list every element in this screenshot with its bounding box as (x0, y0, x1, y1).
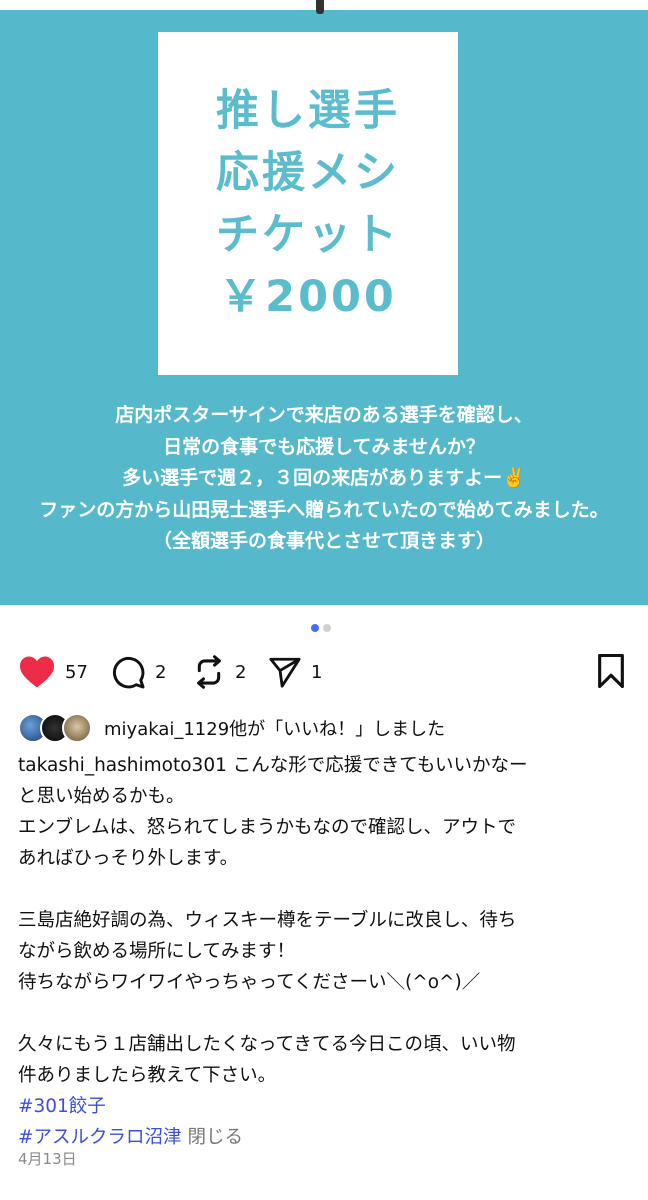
bookmark-button[interactable] (596, 653, 626, 692)
caption-line: 件ありましたら教えて下さい。 (18, 1065, 277, 1086)
caption-line: ながら飲める場所にしてみます！ (18, 941, 295, 962)
share-button[interactable]: 1 (268, 652, 322, 692)
poster-line: 推し選手 (216, 85, 400, 136)
like-count: 57 (65, 661, 88, 683)
comment-count: 2 (155, 661, 167, 683)
comment-icon (110, 654, 146, 690)
liked-by-text: miyakai_1129他が「いいね！」しました (104, 719, 446, 740)
caption-line: 待ちながらワイワイやっちゃってくださーい＼(^o^)／ (18, 972, 481, 993)
caption-line: 久々にもう１店舗出したくなってきてる今日この頃、いい物 (18, 1034, 516, 1055)
like-button[interactable]: 57 (18, 652, 88, 692)
carousel-indicator (311, 624, 331, 632)
image-caption-line: 日常の食事でも応援してみませんか？ (163, 435, 485, 458)
heart-icon (18, 655, 56, 689)
image-caption-line: 多い選手で週２，３回の来店がありますよー✌️ (122, 467, 526, 489)
image-caption: 店内ポスターサインで来店のある選手を確認し、 日常の食事でも応援してみませんか？… (0, 400, 648, 558)
repost-icon (192, 654, 226, 690)
close-caption-link[interactable]: 閉じる (188, 1127, 244, 1148)
caption-line (18, 874, 634, 905)
action-bar: 57 2 2 1 (18, 652, 630, 692)
liked-by-row[interactable]: miyakai_1129他が「いいね！」しました (18, 712, 445, 744)
caption-line: こんな形で応援できてもいいかなー (226, 755, 528, 776)
caption-line (18, 998, 634, 1029)
send-icon (268, 655, 302, 689)
post-caption: takashi_hashimoto301 こんな形で応援できてもいいかなー と思… (18, 750, 634, 1153)
comment-button[interactable]: 2 (110, 652, 166, 692)
hashtag-link[interactable]: #301餃子 (18, 1096, 106, 1117)
image-caption-line: ファンの方から山田晃士選手へ贈られていたので始めてみました。 (39, 498, 609, 521)
image-caption-line: （全額選手の食事代とさせて頂きます） (152, 530, 495, 552)
hashtag-link[interactable]: #アスルクラロ沼津 (18, 1127, 182, 1148)
poster-line: ￥2000 (219, 271, 397, 322)
carousel-dot-active (311, 624, 319, 632)
caption-line: と思い始めるかも。 (18, 786, 185, 807)
repost-button[interactable]: 2 (192, 652, 246, 692)
avatar (62, 713, 92, 743)
bookmark-icon (596, 653, 626, 692)
caption-line: あればひっそり外します。 (18, 848, 239, 869)
repost-count: 2 (235, 661, 247, 683)
carousel-dot (323, 624, 331, 632)
poster-line: チケット (216, 209, 400, 260)
status-indicator (316, 0, 324, 14)
caption-username[interactable]: takashi_hashimoto301 (18, 755, 227, 776)
liker-avatars (18, 713, 100, 743)
post-date: 4月13日 (18, 1150, 77, 1168)
poster-card: 推し選手 応援メシ チケット ￥2000 (158, 32, 458, 375)
post-image[interactable]: 推し選手 応援メシ チケット ￥2000 店内ポスターサインで来店のある選手を確… (0, 10, 648, 605)
image-caption-line: 店内ポスターサインで来店のある選手を確認し、 (115, 404, 533, 426)
share-count: 1 (311, 661, 323, 683)
caption-line: エンブレムは、怒られてしまうかもなので確認し、アウトで (18, 817, 517, 838)
caption-line: 三島店絶好調の為、ウィスキー樽をテーブルに改良し、待ち (18, 910, 517, 931)
poster-line: 応援メシ (216, 147, 400, 198)
